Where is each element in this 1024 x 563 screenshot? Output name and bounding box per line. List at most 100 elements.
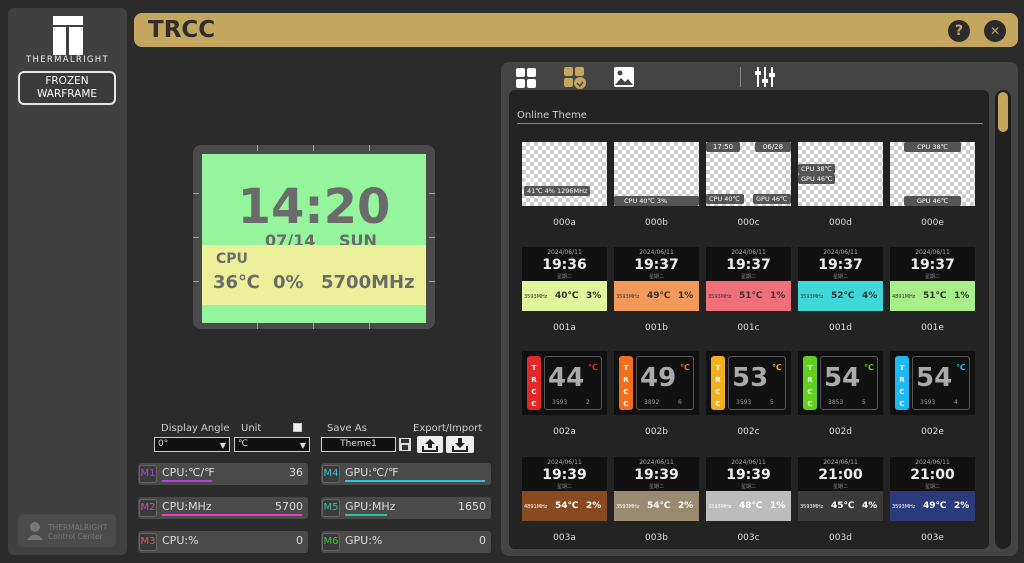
thumb-band: 3593MHz 52℃ 4% <box>798 281 883 311</box>
settings-sliders-icon[interactable] <box>754 66 776 88</box>
theme-thumb-002a[interactable]: T R C C 44 ℃ 3593 2 <box>522 351 607 415</box>
import-button[interactable] <box>446 436 474 453</box>
metric-value: 0 <box>479 534 486 547</box>
thumb-weekday: 星期二 <box>740 484 756 490</box>
scrollbar-thumb[interactable] <box>998 92 1008 132</box>
metric-m2[interactable]: M2 CPU:MHz 5700 <box>138 497 308 519</box>
theme-thumb-001a[interactable]: 2024/06/11 19:36 星期二 3593MHz 40℃ 3% <box>522 247 607 311</box>
metric-m3[interactable]: M3 CPU:% 0 <box>138 531 308 553</box>
metric-name: CPU:% <box>162 534 199 547</box>
thumb-date: 2024/06/11 <box>639 249 674 256</box>
preview-cpu-util: 0% <box>273 272 304 293</box>
theme-thumb-001b[interactable]: 2024/06/11 19:37 星期二 3593MHz 49℃ 1% <box>614 247 699 311</box>
thumb-weekday: 星期二 <box>648 274 664 280</box>
theme-thumb-003d[interactable]: 2024/06/11 21:00 星期二 3593MHz 45℃ 4% <box>798 457 883 521</box>
thumb-band: 3593MHz 40℃ 3% <box>522 281 607 311</box>
theme-thumb-002d[interactable]: T R C C 54 ℃ 3853 5 <box>798 351 883 415</box>
thumb-cpu: CPU 38℃ <box>904 142 961 152</box>
theme-thumb-000a[interactable]: CPU 41℃ 4% 1296MHz <box>522 142 607 206</box>
control-center-button[interactable]: THERMALRIGHT Control Center <box>18 514 116 547</box>
theme-thumb-002e[interactable]: T R C C 54 ℃ 3593 4 <box>890 351 975 415</box>
theme-name: 002a <box>553 427 576 437</box>
theme-name: 003e <box>921 533 944 543</box>
grid-view-icon[interactable] <box>515 67 537 89</box>
thumb-temp: 45℃ <box>831 501 855 511</box>
thumb-temp: 49 <box>640 363 677 393</box>
thumb-freq: 3593MHz <box>524 294 548 300</box>
thumb-weekday: 星期二 <box>740 274 756 280</box>
thumb-freq: 3593MHz <box>708 504 732 510</box>
scrollbar[interactable] <box>995 90 1011 549</box>
online-themes-icon[interactable] <box>563 66 587 90</box>
thumb-time: 17:50 <box>706 142 740 152</box>
unit-checkbox[interactable] <box>293 423 302 432</box>
theme-thumb-003b[interactable]: 2024/06/11 19:39 星期二 3593MHz 54℃ 2% <box>614 457 699 521</box>
thumb-freq: 4891MHz <box>892 294 916 300</box>
theme-thumb-000b[interactable]: CPU 40℃ 3% <box>614 142 699 206</box>
theme-thumb-000e[interactable]: CPU 38℃ GPU 46℃ <box>890 142 975 206</box>
metric-bar <box>345 480 485 482</box>
thumb-temp: 54 <box>824 363 861 393</box>
theme-thumb-001e[interactable]: 2024/06/11 19:37 星期二 4891MHz 51℃ 1% <box>890 247 975 311</box>
metric-tag: M3 <box>139 533 157 551</box>
thumb-freq: 4891MHz <box>524 504 548 510</box>
theme-thumb-002c[interactable]: T R C C 53 ℃ 3593 5 <box>706 351 791 415</box>
theme-thumb-001c[interactable]: 2024/06/11 19:37 星期二 3593MHz 51℃ 1% <box>706 247 791 311</box>
control-center-label: THERMALRIGHT Control Center <box>48 523 108 541</box>
thumb-band: 3593MHz 49℃ 1% <box>614 281 699 311</box>
thumb-weekday: 星期二 <box>924 484 940 490</box>
close-button[interactable]: ✕ <box>984 20 1006 42</box>
thumb-temp: 49℃ <box>647 291 671 301</box>
thumb-band: 4891MHz 51℃ 1% <box>890 281 975 311</box>
theme-thumb-002b[interactable]: T R C C 49 ℃ 3892 6 <box>614 351 699 415</box>
theme-thumb-003e[interactable]: 2024/06/11 21:00 星期二 3593MHz 49℃ 2% <box>890 457 975 521</box>
metric-bar <box>345 514 387 516</box>
unit-select[interactable]: ℃ ▼ <box>234 437 310 452</box>
metric-name: GPU:% <box>345 534 383 547</box>
thumb-gpu: GPU 46℃ <box>798 174 836 184</box>
metric-tag: M5 <box>322 499 340 517</box>
theme-thumb-000c[interactable]: 17:50 06/28 CPU 40℃ GPU 46℃ <box>706 142 791 206</box>
display-angle-select[interactable]: 0° ▼ <box>154 437 230 452</box>
theme-name: 000d <box>829 218 852 228</box>
preview-cpu-band: CPU 36℃ 0% 5700MHz <box>202 245 426 305</box>
thumb-date: 2024/06/11 <box>731 249 766 256</box>
thumb-vals: CPU 40℃ 3% <box>614 196 699 206</box>
thumb-unit: ℃ <box>588 363 598 372</box>
theme-thumb-000d[interactable]: CPU 38℃ GPU 46℃ <box>798 142 883 206</box>
metric-name: GPU:MHz <box>345 500 396 513</box>
save-icon[interactable] <box>398 437 412 452</box>
thumb-time: 19:37 <box>818 257 863 273</box>
device-button[interactable]: FROZEN WARFRAME <box>18 71 116 105</box>
download-icon <box>452 438 468 452</box>
image-icon[interactable] <box>613 66 635 88</box>
theme-thumb-003c[interactable]: 2024/06/11 19:39 星期二 3593MHz 48℃ 1% <box>706 457 791 521</box>
metric-tag: M4 <box>322 465 340 483</box>
thumb-temp: 54 <box>916 363 953 393</box>
metric-name: CPU:℃/℉ <box>162 466 215 479</box>
device-preview-frame: 14:20 07/14 SUN CPU 36℃ 0% 5700MHz <box>193 145 435 329</box>
theme-name: 002e <box>921 427 944 437</box>
theme-thumb-003a[interactable]: 2024/06/11 19:39 星期二 4891MHz 54℃ 2% <box>522 457 607 521</box>
theme-thumb-001d[interactable]: 2024/06/11 19:37 星期二 3593MHz 52℃ 4% <box>798 247 883 311</box>
preview-time: 14:20 <box>237 179 391 235</box>
thumb-band: 4891MHz 54℃ 2% <box>522 491 607 521</box>
thumb-util: 2 <box>586 399 590 406</box>
metric-name: CPU:MHz <box>162 500 212 513</box>
display-preview[interactable]: 14:20 07/14 SUN CPU 36℃ 0% 5700MHz <box>202 154 426 323</box>
thumb-weekday: 星期二 <box>832 484 848 490</box>
thumb-time: 19:37 <box>910 257 955 273</box>
metric-m1[interactable]: M1 CPU:℃/℉ 36 <box>138 463 308 485</box>
theme-name: 001b <box>645 323 668 333</box>
theme-name: 002d <box>829 427 852 437</box>
thumb-temp: 44 <box>548 363 585 393</box>
metric-m4[interactable]: M4 GPU:℃/℉ <box>321 463 491 485</box>
theme-name-input[interactable]: Theme1 <box>321 437 396 452</box>
thumb-temp: 49℃ <box>923 501 947 511</box>
chevron-down-icon: ▼ <box>299 441 306 450</box>
help-button[interactable]: ? <box>948 20 970 42</box>
metric-m6[interactable]: M6 GPU:% 0 <box>321 531 491 553</box>
export-button[interactable] <box>417 436 443 453</box>
app-title: TRCC <box>148 17 216 43</box>
metric-m5[interactable]: M5 GPU:MHz 1650 <box>321 497 491 519</box>
